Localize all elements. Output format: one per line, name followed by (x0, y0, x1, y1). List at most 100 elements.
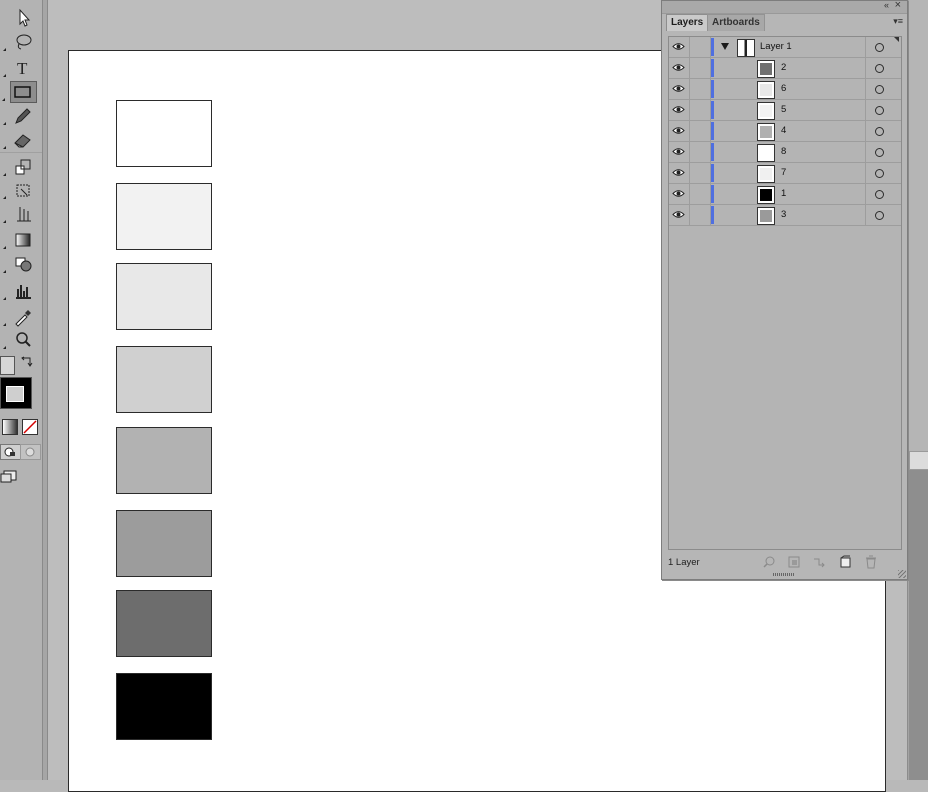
target-column (865, 205, 902, 225)
create-sublayer-icon[interactable] (812, 555, 826, 569)
close-panel-icon[interactable]: × (895, 0, 901, 11)
stroke-swatch[interactable] (0, 377, 32, 409)
sublayer-row[interactable]: 7 (669, 163, 901, 184)
sublayer-row[interactable]: 3 (669, 205, 901, 226)
create-new-layer-icon[interactable] (838, 555, 852, 569)
vertical-scrollbar[interactable] (907, 0, 928, 780)
target-circle-icon[interactable] (875, 190, 884, 199)
target-circle-icon[interactable] (875, 85, 884, 94)
scroll-track-lower[interactable] (909, 470, 928, 780)
panel-resize-corner[interactable] (898, 570, 906, 578)
layer-name[interactable]: Layer 1 (760, 41, 792, 52)
layer-name[interactable]: 3 (781, 209, 786, 220)
layer-name[interactable]: 6 (781, 83, 786, 94)
sublayer-row[interactable]: 1 (669, 184, 901, 205)
tab-artboards[interactable]: Artboards (707, 14, 765, 31)
selection-tool-icon[interactable] (12, 8, 34, 28)
sublayer-row[interactable]: 6 (669, 79, 901, 100)
visibility-eye-icon[interactable] (669, 37, 690, 57)
scroll-thumb[interactable] (909, 451, 928, 470)
lock-toggle[interactable] (690, 142, 711, 162)
eyedropper-tool-icon[interactable] (3, 307, 34, 327)
collapse-panel-icon[interactable]: « (884, 0, 889, 10)
target-circle-icon[interactable] (875, 106, 884, 115)
visibility-eye-icon[interactable] (669, 58, 690, 78)
scale-tool-icon[interactable] (3, 157, 34, 177)
gradient-tool-icon[interactable] (3, 230, 34, 250)
gradient-mode-icon[interactable] (2, 419, 18, 435)
lock-toggle[interactable] (690, 205, 711, 225)
shape-builder-tool-icon[interactable] (3, 254, 34, 274)
swatch-white[interactable] (116, 100, 212, 167)
zoom-tool-icon[interactable] (3, 330, 34, 350)
panel-menu-icon[interactable]: ▾≡ (893, 16, 903, 27)
layer-name[interactable]: 8 (781, 146, 786, 157)
sublayer-row[interactable]: 8 (669, 142, 901, 163)
screen-mode-icon[interactable] (0, 468, 18, 484)
lock-toggle[interactable] (690, 163, 711, 183)
tab-layers[interactable]: Layers (666, 14, 709, 31)
target-column (865, 142, 902, 162)
panel-title-bar[interactable]: « × (662, 0, 907, 14)
swatch-black[interactable] (116, 673, 212, 740)
lock-toggle[interactable] (690, 58, 711, 78)
make-clipping-mask-icon[interactable] (787, 555, 801, 569)
rectangle-tool-icon[interactable] (2, 81, 37, 103)
layer-name[interactable]: 7 (781, 167, 786, 178)
visibility-eye-icon[interactable] (669, 121, 690, 141)
fill-swatch[interactable] (0, 356, 15, 375)
visibility-eye-icon[interactable] (669, 205, 690, 225)
pencil-tool-icon[interactable] (3, 106, 34, 126)
layer-color-bar (711, 143, 714, 161)
scroll-track-upper[interactable] (909, 0, 928, 451)
swap-fill-stroke-icon[interactable] (19, 356, 33, 368)
free-transform-tool-icon[interactable] (3, 180, 34, 200)
layer-name[interactable]: 4 (781, 125, 786, 136)
lock-toggle[interactable] (690, 37, 711, 57)
swatch-very-light-gray[interactable] (116, 183, 212, 250)
sublayer-row[interactable]: 2 (669, 58, 901, 79)
layer-name[interactable]: 1 (781, 188, 786, 199)
layer-thumbnail (757, 102, 775, 120)
panel-tabs: Layers Artboards (666, 14, 901, 31)
none-mode-icon[interactable] (22, 419, 38, 435)
delete-icon[interactable] (864, 555, 878, 569)
layer-thumbnail (757, 81, 775, 99)
visibility-eye-icon[interactable] (669, 184, 690, 204)
swatch-light-gray[interactable] (116, 263, 212, 330)
expand-triangle-icon[interactable] (721, 43, 729, 50)
eraser-tool-icon[interactable] (3, 130, 34, 150)
lock-toggle[interactable] (690, 184, 711, 204)
visibility-eye-icon[interactable] (669, 79, 690, 99)
lock-toggle[interactable] (690, 121, 711, 141)
target-column (865, 100, 902, 120)
target-circle-icon[interactable] (875, 211, 884, 220)
target-circle-icon[interactable] (875, 64, 884, 73)
swatch-gray-20[interactable] (116, 346, 212, 413)
sublayer-row[interactable]: 4 (669, 121, 901, 142)
visibility-eye-icon[interactable] (669, 100, 690, 120)
layer-name[interactable]: 5 (781, 104, 786, 115)
layer-row[interactable]: Layer 1 (669, 37, 901, 58)
swatch-dark-gray[interactable] (116, 590, 212, 657)
panel-resize-grip[interactable] (773, 573, 795, 576)
sublayer-row[interactable]: 5 (669, 100, 901, 121)
swatch-gray-30[interactable] (116, 427, 212, 494)
column-graph-tool-icon[interactable] (3, 281, 34, 301)
lock-toggle[interactable] (690, 79, 711, 99)
visibility-eye-icon[interactable] (669, 142, 690, 162)
locate-object-icon[interactable] (762, 555, 776, 569)
target-circle-icon[interactable] (875, 148, 884, 157)
type-tool-icon[interactable]: T (3, 58, 34, 78)
draw-behind-icon[interactable] (20, 444, 41, 460)
symbol-sprayer-tool-icon[interactable] (3, 204, 34, 224)
target-circle-icon[interactable] (875, 169, 884, 178)
lock-toggle[interactable] (690, 100, 711, 120)
layer-name[interactable]: 2 (781, 62, 786, 73)
target-circle-icon[interactable] (875, 43, 884, 52)
visibility-eye-icon[interactable] (669, 163, 690, 183)
draw-normal-icon[interactable] (0, 444, 21, 460)
target-circle-icon[interactable] (875, 127, 884, 136)
swatch-gray-40[interactable] (116, 510, 212, 577)
lasso-tool-icon[interactable] (3, 32, 34, 52)
